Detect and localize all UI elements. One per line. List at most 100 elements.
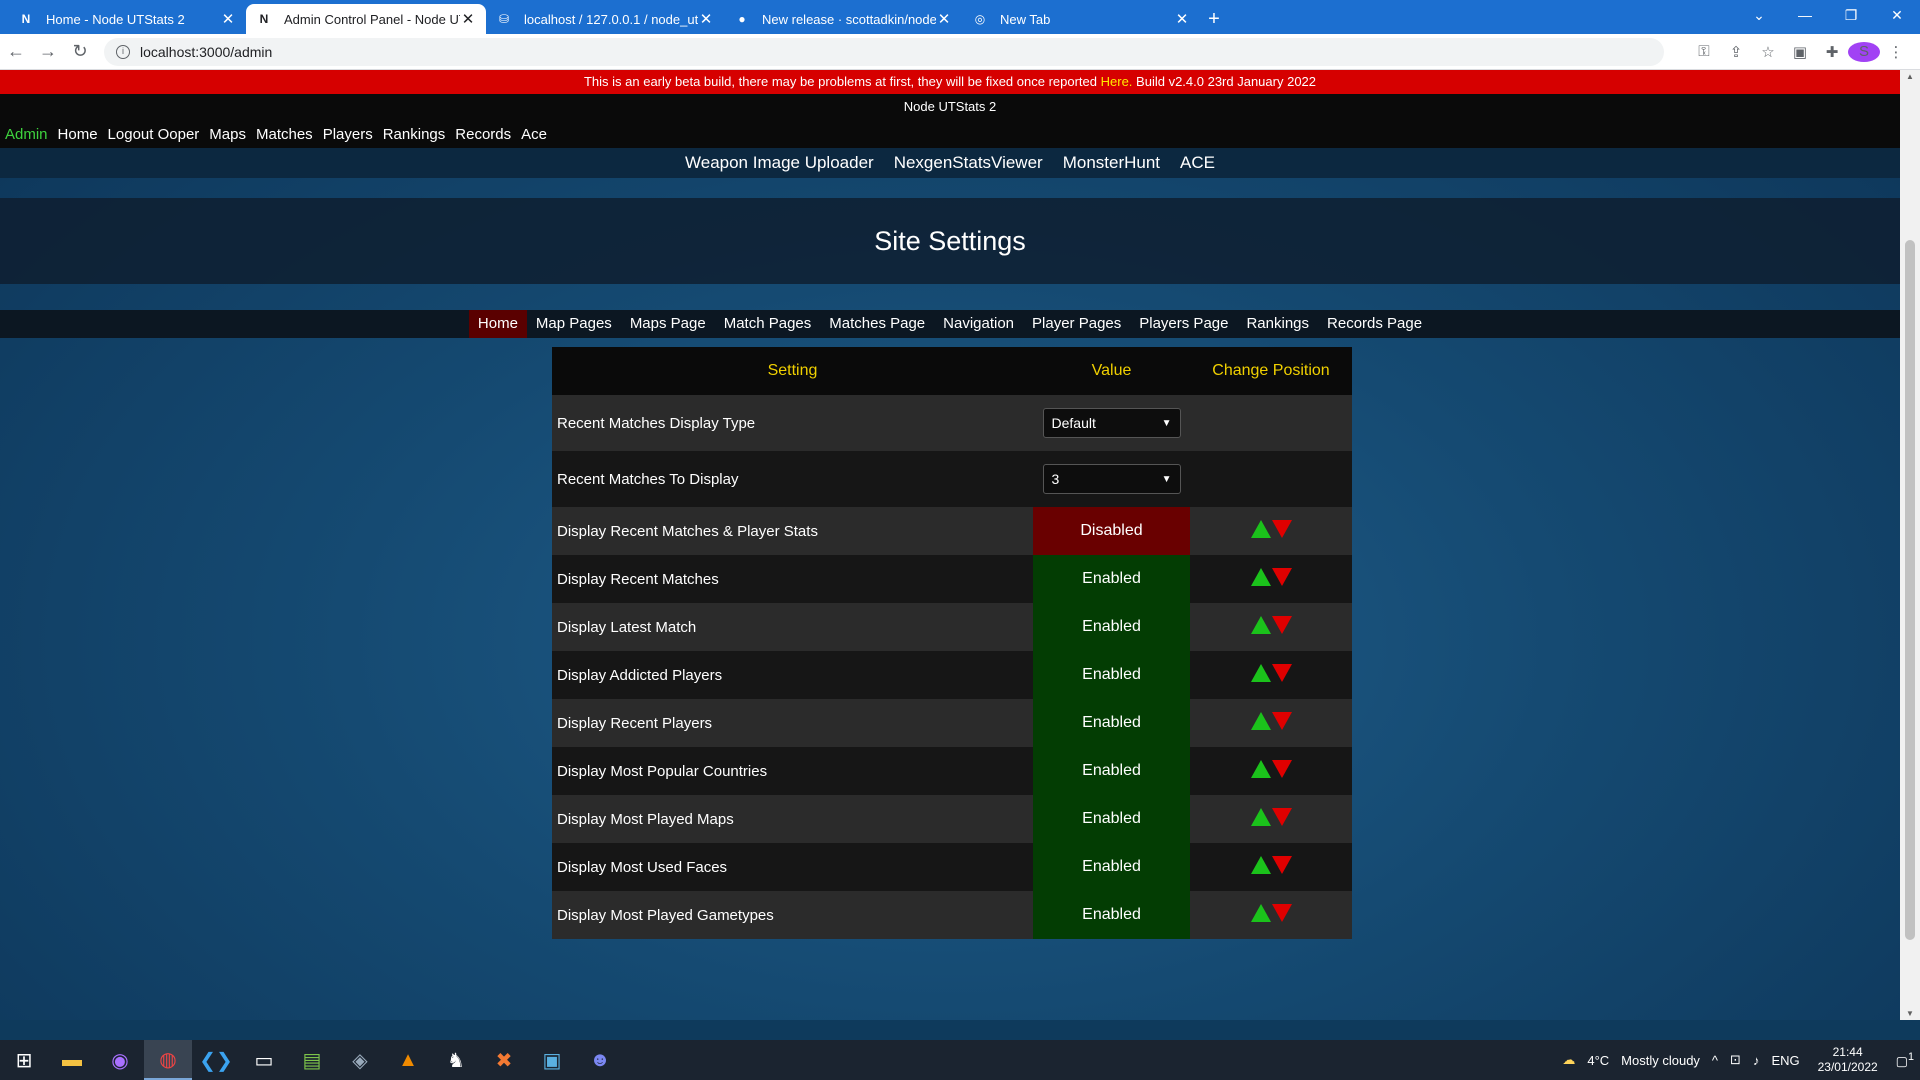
new-tab-button[interactable]: + xyxy=(1200,4,1228,34)
toggle-value-button[interactable]: Disabled xyxy=(1033,507,1190,555)
chrome-icon[interactable]: ◍ xyxy=(144,1040,192,1080)
move-down-icon[interactable] xyxy=(1271,664,1292,682)
tab-close-icon[interactable]: ✕ xyxy=(936,10,952,28)
move-up-icon[interactable] xyxy=(1250,664,1271,682)
tab-home[interactable]: Home xyxy=(468,310,527,338)
weather-cloud-icon[interactable]: ☁ xyxy=(1562,1052,1575,1068)
window-app-icon[interactable]: ▣ xyxy=(528,1040,576,1080)
main-nav-players[interactable]: Players xyxy=(323,126,373,143)
move-up-icon[interactable] xyxy=(1250,904,1271,922)
main-nav-maps[interactable]: Maps xyxy=(209,126,246,143)
tab-match-pages[interactable]: Match Pages xyxy=(715,310,821,338)
tab-close-icon[interactable]: ✕ xyxy=(698,10,714,28)
move-up-icon[interactable] xyxy=(1250,520,1271,538)
browser-tab[interactable]: ⛁ localhost / 127.0.0.1 / node_utsta ✕ xyxy=(486,4,724,34)
page-scrollbar[interactable]: ▲ ▼ xyxy=(1900,70,1920,1020)
tray-network-icon[interactable]: ⊡ xyxy=(1730,1052,1741,1068)
clock[interactable]: 21:44 23/01/2022 xyxy=(1818,1045,1878,1075)
tab-close-icon[interactable]: ✕ xyxy=(1174,10,1190,28)
restore-button[interactable]: ❐ xyxy=(1828,0,1874,30)
xampp-icon[interactable]: ✖ xyxy=(480,1040,528,1080)
browser-tab[interactable]: ● New release · scottadkin/node-u ✕ xyxy=(724,4,962,34)
toggle-value-button[interactable]: Enabled xyxy=(1033,699,1190,747)
gamepad-icon[interactable]: ♞ xyxy=(432,1040,480,1080)
terminal-icon[interactable]: ▭ xyxy=(240,1040,288,1080)
admin-nav-monsterhunt[interactable]: MonsterHunt xyxy=(1063,153,1160,173)
file-explorer-icon[interactable]: ▬ xyxy=(48,1040,96,1080)
tab-map-pages[interactable]: Map Pages xyxy=(527,310,621,338)
weather-desc[interactable]: Mostly cloudy xyxy=(1621,1053,1700,1068)
toggle-value-button[interactable]: Enabled xyxy=(1033,891,1190,939)
tab-players-page[interactable]: Players Page xyxy=(1130,310,1237,338)
move-up-icon[interactable] xyxy=(1250,616,1271,634)
browser-tab[interactable]: N Home - Node UTStats 2 ✕ xyxy=(8,4,246,34)
info-icon[interactable]: i xyxy=(116,44,130,59)
tab-search-icon[interactable]: ⌄ xyxy=(1736,0,1782,30)
extension-icon[interactable]: ▣ xyxy=(1784,43,1816,61)
scroll-down-icon[interactable]: ▼ xyxy=(1900,1009,1920,1018)
move-down-icon[interactable] xyxy=(1271,616,1292,634)
move-down-icon[interactable] xyxy=(1271,760,1292,778)
main-nav-home[interactable]: Home xyxy=(58,126,98,143)
main-nav-records[interactable]: Records xyxy=(455,126,511,143)
move-up-icon[interactable] xyxy=(1250,712,1271,730)
beta-report-link[interactable]: Here. xyxy=(1101,74,1133,89)
url-input[interactable]: i localhost:3000/admin xyxy=(104,37,1664,66)
setting-select[interactable]: 3 ▼ xyxy=(1042,464,1181,494)
move-down-icon[interactable] xyxy=(1271,856,1292,874)
tab-rankings[interactable]: Rankings xyxy=(1237,310,1318,338)
tab-close-icon[interactable]: ✕ xyxy=(460,10,476,28)
toggle-value-button[interactable]: Enabled xyxy=(1033,555,1190,603)
tray-chevron-icon[interactable]: ^ xyxy=(1712,1053,1718,1068)
main-nav-ace[interactable]: Ace xyxy=(521,126,547,143)
tab-player-pages[interactable]: Player Pages xyxy=(1023,310,1130,338)
puzzle-icon[interactable]: ✚ xyxy=(1816,43,1848,61)
tab-navigation[interactable]: Navigation xyxy=(934,310,1023,338)
setting-select[interactable]: Default ▼ xyxy=(1042,408,1181,438)
main-nav-logout-ooper[interactable]: Logout Ooper xyxy=(108,126,200,143)
bookmark-star-icon[interactable]: ☆ xyxy=(1752,43,1784,61)
discord-icon[interactable]: ☻ xyxy=(576,1040,624,1080)
move-down-icon[interactable] xyxy=(1271,568,1292,586)
browser-tab[interactable]: N Admin Control Panel - Node UTS ✕ xyxy=(246,4,486,34)
move-up-icon[interactable] xyxy=(1250,568,1271,586)
github-desktop-icon[interactable]: ◉ xyxy=(96,1040,144,1080)
vlc-icon[interactable]: ▲ xyxy=(384,1040,432,1080)
move-up-icon[interactable] xyxy=(1250,856,1271,874)
key-icon[interactable]: ⚿ xyxy=(1688,43,1720,60)
admin-nav-nexgenstatsviewer[interactable]: NexgenStatsViewer xyxy=(894,153,1043,173)
tab-records-page[interactable]: Records Page xyxy=(1318,310,1431,338)
back-button[interactable]: ← xyxy=(0,41,32,62)
browser-tab[interactable]: ◎ New Tab ✕ xyxy=(962,4,1200,34)
notification-icon[interactable]: ▢1 xyxy=(1896,1051,1914,1069)
forward-button[interactable]: → xyxy=(32,41,64,62)
move-down-icon[interactable] xyxy=(1271,904,1292,922)
admin-nav-weapon-image-uploader[interactable]: Weapon Image Uploader xyxy=(685,153,874,173)
tab-maps-page[interactable]: Maps Page xyxy=(621,310,715,338)
scroll-up-icon[interactable]: ▲ xyxy=(1900,72,1920,81)
vscode-icon[interactable]: ❮❯ xyxy=(192,1040,240,1080)
reload-button[interactable]: ↻ xyxy=(64,41,96,62)
toggle-value-button[interactable]: Enabled xyxy=(1033,747,1190,795)
toggle-value-button[interactable]: Enabled xyxy=(1033,795,1190,843)
main-nav-matches[interactable]: Matches xyxy=(256,126,313,143)
toggle-value-button[interactable]: Enabled xyxy=(1033,603,1190,651)
minimize-button[interactable]: — xyxy=(1782,0,1828,30)
scrollbar-thumb[interactable] xyxy=(1905,240,1915,940)
move-down-icon[interactable] xyxy=(1271,520,1292,538)
tray-volume-icon[interactable]: ♪ xyxy=(1753,1053,1760,1068)
windows-start-icon[interactable]: ⊞ xyxy=(0,1040,48,1080)
move-down-icon[interactable] xyxy=(1271,808,1292,826)
main-nav-admin[interactable]: Admin xyxy=(5,126,48,143)
tray-lang[interactable]: ENG xyxy=(1771,1053,1799,1068)
close-window-button[interactable]: ✕ xyxy=(1874,0,1920,30)
tab-close-icon[interactable]: ✕ xyxy=(220,10,236,28)
share-icon[interactable]: ⇪ xyxy=(1720,43,1752,61)
profile-avatar[interactable]: S xyxy=(1848,41,1880,62)
move-up-icon[interactable] xyxy=(1250,760,1271,778)
weather-temp[interactable]: 4°C xyxy=(1587,1053,1609,1068)
move-up-icon[interactable] xyxy=(1250,808,1271,826)
menu-kebab-icon[interactable]: ⋮ xyxy=(1880,43,1912,61)
app-diamond-icon[interactable]: ◈ xyxy=(336,1040,384,1080)
tab-matches-page[interactable]: Matches Page xyxy=(820,310,934,338)
